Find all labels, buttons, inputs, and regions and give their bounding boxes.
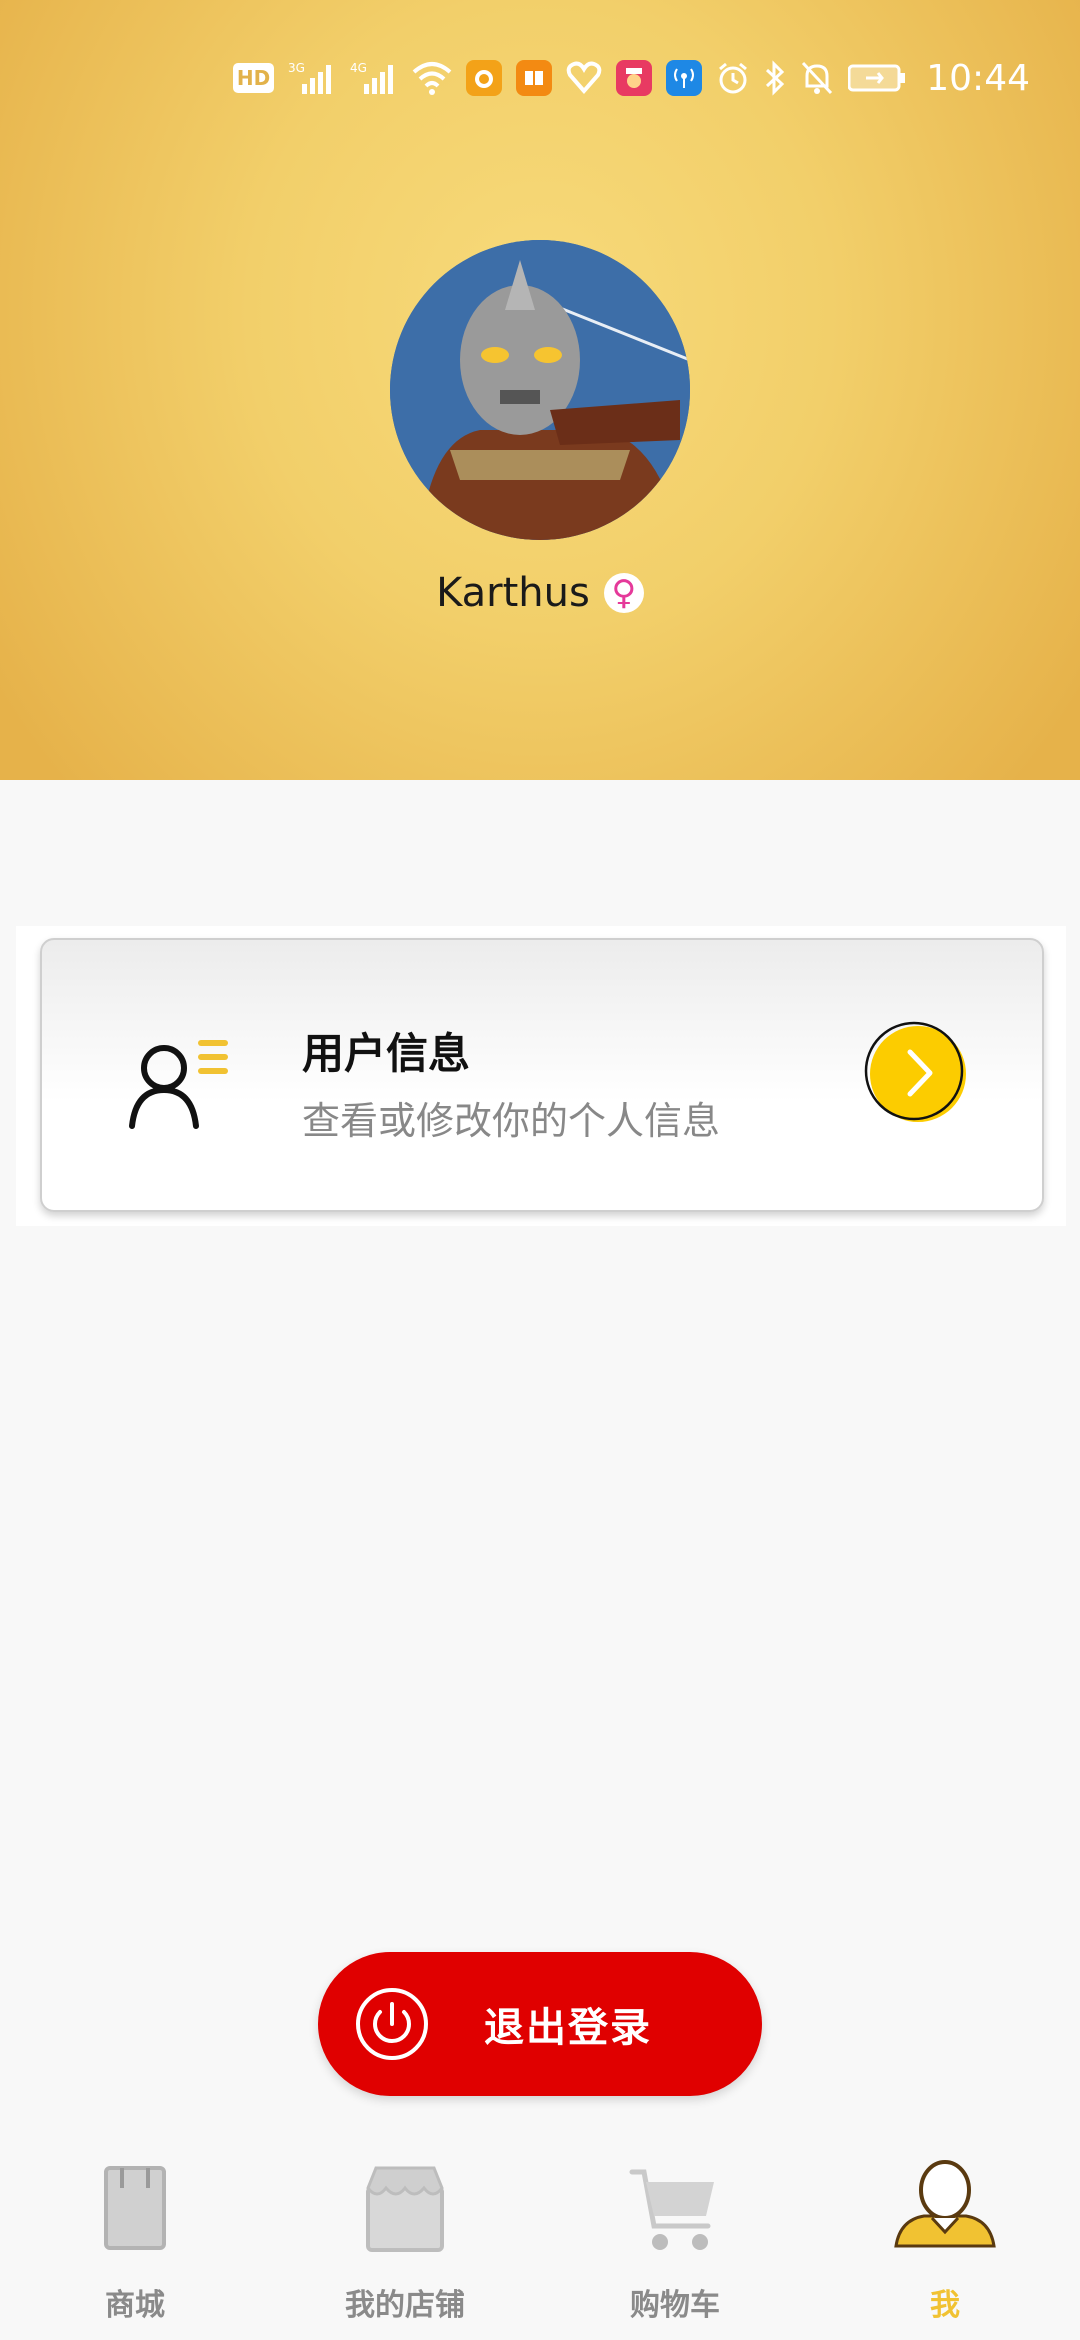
- alarm-icon: [716, 60, 750, 96]
- logout-label: 退出登录: [484, 2005, 652, 2051]
- app-heart-icon: [566, 60, 602, 96]
- wifi-icon: [412, 60, 452, 96]
- avatar[interactable]: [390, 240, 690, 540]
- tab-cart[interactable]: 购物车: [540, 2130, 810, 2340]
- tab-my-store[interactable]: 我的店铺: [270, 2130, 540, 2340]
- logout-button[interactable]: 退出登录: [318, 1952, 762, 2096]
- user-info-icon: [129, 1040, 228, 1129]
- signal-3g-icon: 3G: [288, 60, 336, 96]
- bottom-tab-bar: 商城 我的店铺 购物车 我: [0, 2130, 1080, 2340]
- store-icon: [366, 2166, 444, 2252]
- username-row: Karthus ♀: [0, 570, 1080, 616]
- card-subtitle: 查看或修改你的个人信息: [302, 1099, 721, 1143]
- tab-shop[interactable]: 商城: [0, 2130, 270, 2340]
- cart-icon: [629, 2169, 714, 2250]
- clock: 10:44: [926, 57, 1030, 99]
- person-icon: [894, 2160, 996, 2248]
- hd-icon: HD: [232, 63, 275, 93]
- card-title: 用户信息: [302, 1029, 471, 1078]
- app-game-icon: [616, 60, 653, 96]
- app-hotspot-icon: [666, 60, 703, 96]
- power-icon: [356, 1988, 428, 2060]
- avatar-image: [390, 240, 690, 540]
- mute-icon: [800, 60, 834, 96]
- profile-header: HD 3G 4G 10:44 Karthus ♀: [0, 0, 1080, 780]
- status-bar: HD 3G 4G 10:44: [0, 0, 1080, 150]
- shop-bag-icon: [104, 2166, 166, 2250]
- signal-4g-icon: 4G: [350, 60, 398, 96]
- battery-icon: [848, 60, 906, 96]
- username: Karthus: [436, 570, 590, 616]
- chevron-right-icon[interactable]: [862, 1018, 972, 1128]
- tab-label: 商城: [105, 2288, 165, 2323]
- female-gender-icon: ♀: [603, 573, 644, 613]
- user-info-card-container: 用户信息 查看或修改你的个人信息: [16, 926, 1066, 1226]
- tab-label: 我: [930, 2288, 960, 2323]
- tab-label: 我的店铺: [345, 2288, 465, 2323]
- tab-me[interactable]: 我: [810, 2130, 1080, 2340]
- app-reader-icon: [516, 60, 553, 96]
- net-3g-text: 3G: [288, 61, 305, 75]
- status-icons: HD 3G 4G 10:44: [232, 56, 1030, 100]
- net-4g-text: 4G: [350, 61, 367, 75]
- tab-label: 购物车: [630, 2288, 720, 2323]
- app-notify-icon: [466, 60, 503, 96]
- bluetooth-icon: [764, 60, 786, 96]
- user-info-card[interactable]: 用户信息 查看或修改你的个人信息: [40, 938, 1044, 1212]
